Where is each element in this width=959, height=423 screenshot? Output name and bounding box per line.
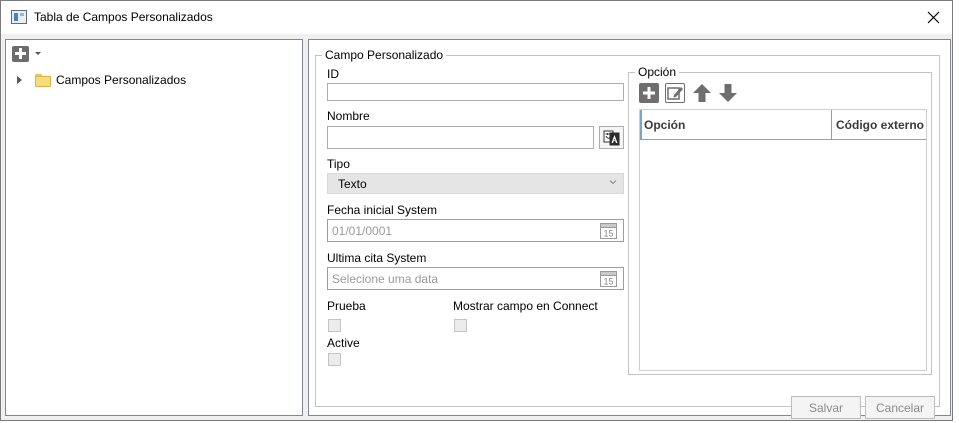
active-checkbox[interactable] xyxy=(328,353,341,366)
title-bar: Tabla de Campos Personalizados xyxy=(1,1,952,34)
save-button[interactable]: Salvar xyxy=(791,396,861,419)
edit-icon xyxy=(667,87,683,100)
arrow-up-icon xyxy=(693,84,711,102)
id-field[interactable] xyxy=(327,83,624,101)
tree-item-campos-personalizados[interactable]: Campos Personalizados xyxy=(14,70,294,90)
translate-icon xyxy=(603,130,620,146)
column-header-opcion[interactable]: Opción xyxy=(640,110,832,139)
calendar-day: 15 xyxy=(603,277,613,287)
tipo-label: Tipo xyxy=(327,157,350,171)
tipo-selected-value: Texto xyxy=(338,177,367,191)
id-input[interactable] xyxy=(328,84,623,100)
tipo-select[interactable]: Texto xyxy=(327,173,624,194)
dialog-window: Tabla de Campos Personalizados Campos Pe… xyxy=(0,0,953,421)
caret-down-icon[interactable] xyxy=(35,52,41,55)
move-down-button[interactable] xyxy=(718,83,738,103)
details-panel: Campo Personalizado ID Nombre Tipo Texto… xyxy=(308,39,951,419)
calendar-icon[interactable]: 15 xyxy=(600,222,617,239)
cancel-button[interactable]: Cancelar xyxy=(865,396,935,419)
calendar-day: 15 xyxy=(603,229,613,239)
fecha-inicial-datepicker[interactable]: 01/01/0001 15 xyxy=(327,219,624,242)
prueba-checkbox[interactable] xyxy=(328,319,341,332)
grid-header-accent xyxy=(640,110,642,140)
ultima-cita-datepicker[interactable]: Selecione uma data 15 xyxy=(327,267,624,290)
active-label: Active xyxy=(327,336,360,350)
mostrar-connect-label: Mostrar campo en Connect xyxy=(453,299,598,313)
campo-personalizado-group: Campo Personalizado ID Nombre Tipo Texto… xyxy=(315,48,940,419)
close-button[interactable] xyxy=(918,3,948,31)
ultima-cita-label: Ultima cita System xyxy=(327,251,427,265)
plus-icon xyxy=(643,87,655,99)
calendar-icon[interactable]: 15 xyxy=(600,270,617,287)
nombre-input[interactable] xyxy=(328,127,593,148)
grid-header: Opción Código externo xyxy=(640,110,926,140)
move-up-button[interactable] xyxy=(692,83,712,103)
close-icon xyxy=(927,11,939,23)
nombre-label: Nombre xyxy=(327,109,370,123)
folder-icon-body xyxy=(35,75,51,87)
fecha-inicial-label: Fecha inicial System xyxy=(327,203,438,217)
mostrar-connect-checkbox[interactable] xyxy=(454,319,467,332)
opcion-group: Opción Opción Código externo xyxy=(628,65,932,375)
ultima-cita-placeholder: Selecione uma data xyxy=(332,272,439,286)
edit-option-button[interactable] xyxy=(665,83,685,103)
chevron-down-icon xyxy=(609,180,617,185)
id-label: ID xyxy=(327,67,339,81)
opcion-group-title: Opción xyxy=(635,65,680,79)
prueba-label: Prueba xyxy=(327,299,366,313)
tree-panel: Campos Personalizados xyxy=(5,39,303,416)
window-app-icon xyxy=(11,10,27,24)
add-option-button[interactable] xyxy=(639,83,659,103)
expand-arrow-icon[interactable] xyxy=(17,76,22,84)
translate-button[interactable] xyxy=(599,126,624,149)
column-header-codigo-externo[interactable]: Código externo xyxy=(832,110,926,139)
group-title: Campo Personalizado xyxy=(322,48,447,62)
options-grid[interactable]: Opción Código externo xyxy=(639,109,927,371)
nombre-field[interactable] xyxy=(327,126,594,149)
arrow-down-icon xyxy=(719,84,737,102)
plus-icon-stroke xyxy=(19,48,22,59)
folder-icon xyxy=(35,73,51,87)
fecha-inicial-placeholder: 01/01/0001 xyxy=(332,224,393,238)
add-node-button[interactable] xyxy=(12,46,29,62)
window-title: Tabla de Campos Personalizados xyxy=(34,10,213,24)
tree-item-label: Campos Personalizados xyxy=(56,73,187,87)
